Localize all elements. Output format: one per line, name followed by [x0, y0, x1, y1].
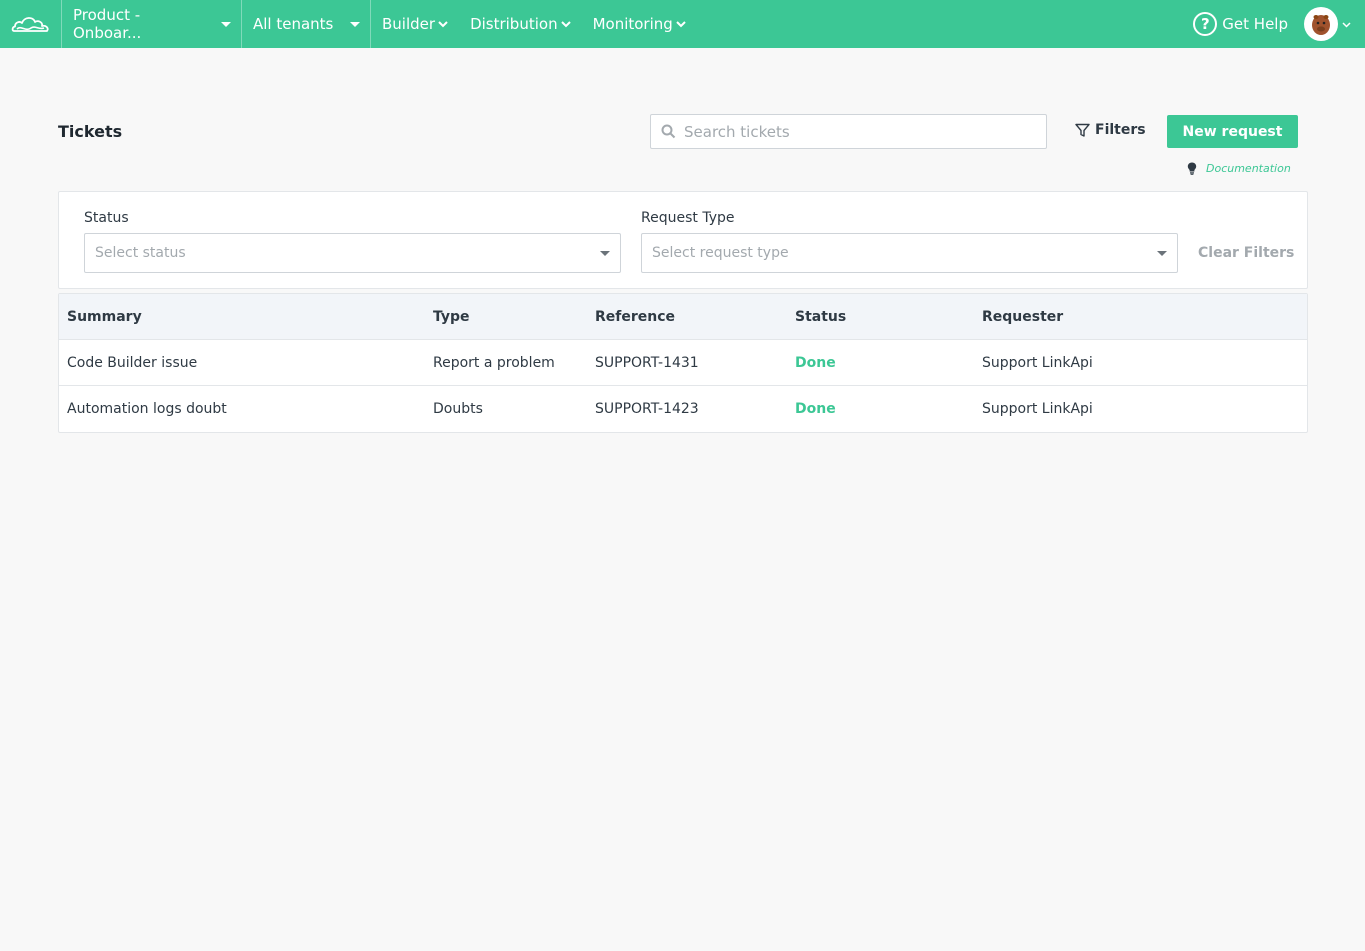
table-row[interactable]: Automation logs doubt Doubts SUPPORT-142…: [59, 386, 1307, 432]
status-select-placeholder: Select status: [95, 245, 186, 261]
documentation-link[interactable]: Documentation: [1187, 162, 1291, 175]
lightbulb-icon: [1187, 162, 1197, 175]
filter-panel: Status Select status Request Type Select…: [58, 191, 1308, 289]
cell-requester: Support LinkApi: [982, 354, 1093, 371]
cell-summary: Automation logs doubt: [67, 401, 227, 417]
chevron-down-icon: [560, 20, 571, 28]
documentation-label: Documentation: [1206, 162, 1291, 175]
filters-label: Filters: [1095, 122, 1146, 138]
new-request-button[interactable]: New request: [1167, 115, 1298, 148]
tickets-table: Summary Type Reference Status Requester …: [58, 293, 1308, 433]
table-header-row: Summary Type Reference Status Requester: [59, 294, 1307, 340]
filter-funnel-icon: [1075, 123, 1090, 137]
chevron-down-icon: [676, 20, 686, 28]
product-select-label: Product - Onboar...: [73, 6, 142, 42]
filters-button[interactable]: Filters: [1075, 122, 1146, 138]
capybara-avatar-icon: [1312, 15, 1330, 35]
search-input[interactable]: [684, 122, 1024, 141]
cell-type: Report a problem: [433, 354, 555, 371]
request-type-select[interactable]: Select request type: [641, 233, 1178, 273]
request-type-select-placeholder: Select request type: [652, 245, 789, 261]
cell-reference: SUPPORT-1431: [595, 354, 699, 371]
caret-down-icon: [600, 250, 610, 256]
column-header-requester[interactable]: Requester: [982, 309, 1307, 325]
page-title: Tickets: [58, 122, 123, 141]
clear-filters-button[interactable]: Clear Filters: [1198, 245, 1294, 261]
status-badge: Done: [795, 354, 836, 371]
nav-menu-distribution[interactable]: Distribution: [459, 0, 582, 48]
get-help-label: Get Help: [1222, 15, 1288, 33]
nav-menu-label: Builder: [382, 15, 436, 33]
nav-menu-label: Monitoring: [592, 15, 673, 33]
status-select[interactable]: Select status: [84, 233, 621, 273]
table-row[interactable]: Code Builder issue Report a problem SUPP…: [59, 340, 1307, 386]
tenant-select[interactable]: All tenants: [242, 0, 371, 48]
chevron-down-icon: [1342, 16, 1351, 32]
product-select[interactable]: Product - Onboar...: [62, 0, 242, 48]
question-circle-icon: ?: [1193, 12, 1218, 36]
get-help-button[interactable]: ? Get Help: [1193, 0, 1304, 48]
caret-down-icon: [221, 21, 231, 27]
nav-menu-monitoring[interactable]: Monitoring: [582, 0, 697, 48]
cell-reference: SUPPORT-1423: [595, 401, 699, 417]
top-nav-bar: Product - Onboar... All tenants Builder …: [0, 0, 1365, 48]
cell-requester: Support LinkApi: [982, 401, 1093, 417]
user-menu[interactable]: [1304, 0, 1365, 48]
tenant-select-label: All tenants: [253, 15, 334, 33]
nav-menu-builder[interactable]: Builder: [371, 0, 459, 48]
avatar: [1304, 7, 1338, 41]
search-icon: [661, 124, 676, 139]
column-header-status[interactable]: Status: [795, 309, 982, 325]
column-header-summary[interactable]: Summary: [59, 309, 433, 325]
cell-summary: Code Builder issue: [67, 354, 198, 371]
search-box[interactable]: [650, 114, 1047, 149]
cloud-logo-icon: [11, 17, 49, 32]
caret-down-icon: [350, 21, 360, 27]
column-header-type[interactable]: Type: [433, 309, 595, 325]
cell-type: Doubts: [433, 401, 483, 417]
request-type-filter-label: Request Type: [641, 210, 735, 226]
column-header-reference[interactable]: Reference: [595, 309, 795, 325]
caret-down-icon: [1157, 250, 1167, 256]
chevron-down-icon: [438, 20, 448, 28]
status-badge: Done: [795, 401, 836, 417]
nav-menu-label: Distribution: [470, 15, 558, 33]
status-filter-label: Status: [84, 210, 129, 226]
logo[interactable]: [0, 0, 62, 48]
